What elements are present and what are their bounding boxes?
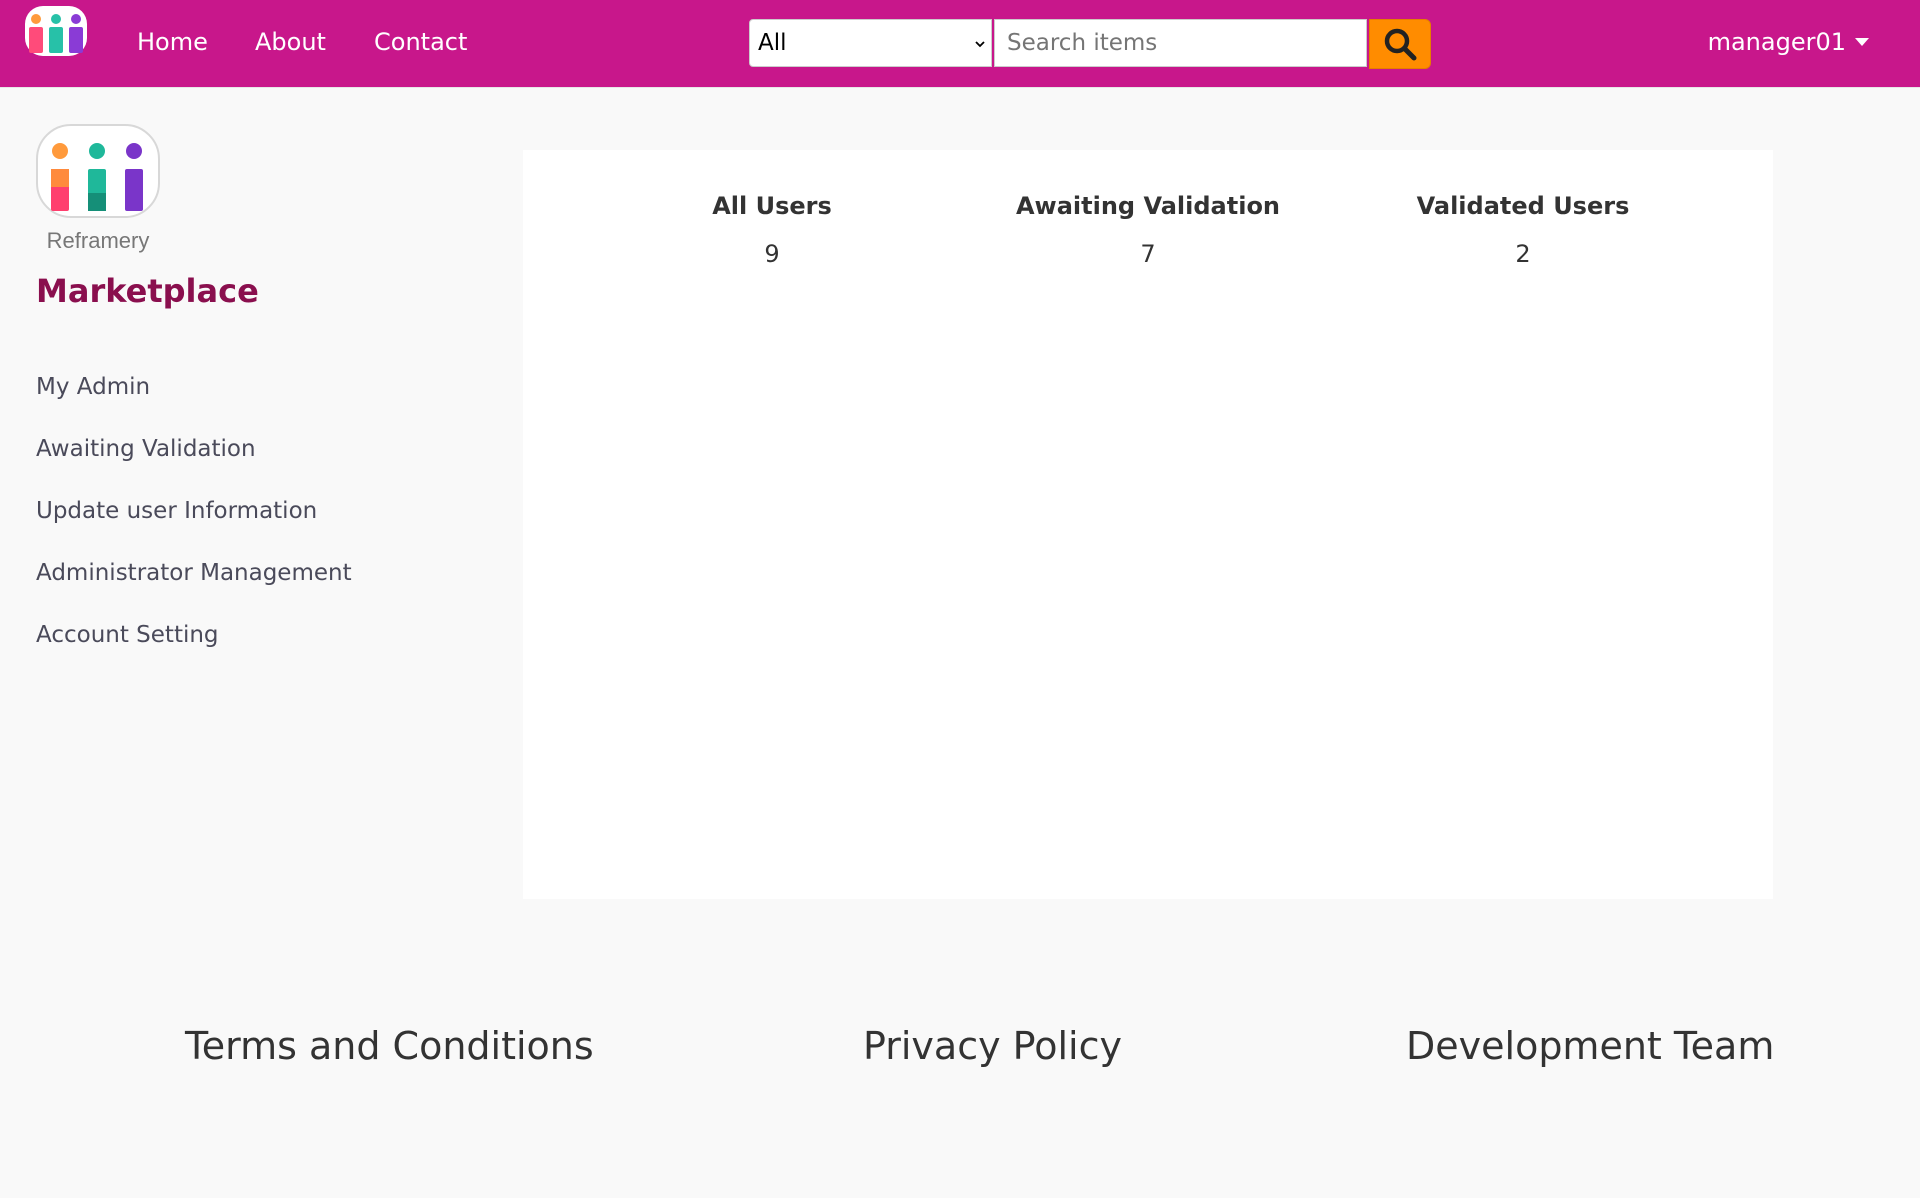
stat-label: All Users <box>712 192 832 220</box>
stat-awaiting-validation: Awaiting Validation 7 <box>958 188 1338 272</box>
reframery-logo: Reframery <box>36 124 160 253</box>
search-icon <box>1384 28 1417 61</box>
nav-about-link[interactable]: About <box>255 24 326 60</box>
sidebar-item-update-user-information[interactable]: Update user Information <box>36 493 352 555</box>
stat-value: 7 <box>1140 240 1156 268</box>
footer-terms-link[interactable]: Terms and Conditions <box>185 1024 594 1068</box>
search-category-select[interactable]: All <box>749 19 992 67</box>
svg-text:Reframery: Reframery <box>47 228 150 253</box>
nav-contact-link[interactable]: Contact <box>374 24 467 60</box>
stat-label: Validated Users <box>1416 192 1630 220</box>
sidebar-item-my-admin[interactable]: My Admin <box>36 369 352 431</box>
reframery-logo-icon[interactable] <box>24 5 90 75</box>
search-button[interactable] <box>1369 19 1431 69</box>
search-category-value: All <box>758 30 787 56</box>
stat-value: 2 <box>1515 240 1531 268</box>
sidebar-nav: My Admin Awaiting Validation Update user… <box>36 369 352 679</box>
search-input[interactable] <box>994 19 1367 67</box>
user-menu-dropdown[interactable]: manager01 <box>1708 24 1870 60</box>
nav-home-link[interactable]: Home <box>137 24 208 60</box>
user-stats-card: All Users 9 Awaiting Validation 7 Valida… <box>523 150 1773 899</box>
stat-all-users: All Users 9 <box>582 188 962 272</box>
sidebar-title: Marketplace <box>36 272 259 310</box>
stat-label: Awaiting Validation <box>1015 192 1281 220</box>
username-label: manager01 <box>1707 28 1846 56</box>
footer-development-team-link[interactable]: Development Team <box>1406 1024 1774 1068</box>
top-navbar: Home About Contact All manager01 <box>0 0 1920 88</box>
caret-down-icon <box>1855 38 1869 46</box>
chevron-down-icon <box>975 41 985 48</box>
sidebar-item-administrator-management[interactable]: Administrator Management <box>36 555 352 617</box>
footer-privacy-link[interactable]: Privacy Policy <box>863 1024 1122 1068</box>
stat-value: 9 <box>764 240 780 268</box>
stat-validated-users: Validated Users 2 <box>1333 188 1713 272</box>
sidebar-item-account-setting[interactable]: Account Setting <box>36 617 352 679</box>
sidebar-item-awaiting-validation[interactable]: Awaiting Validation <box>36 431 352 493</box>
